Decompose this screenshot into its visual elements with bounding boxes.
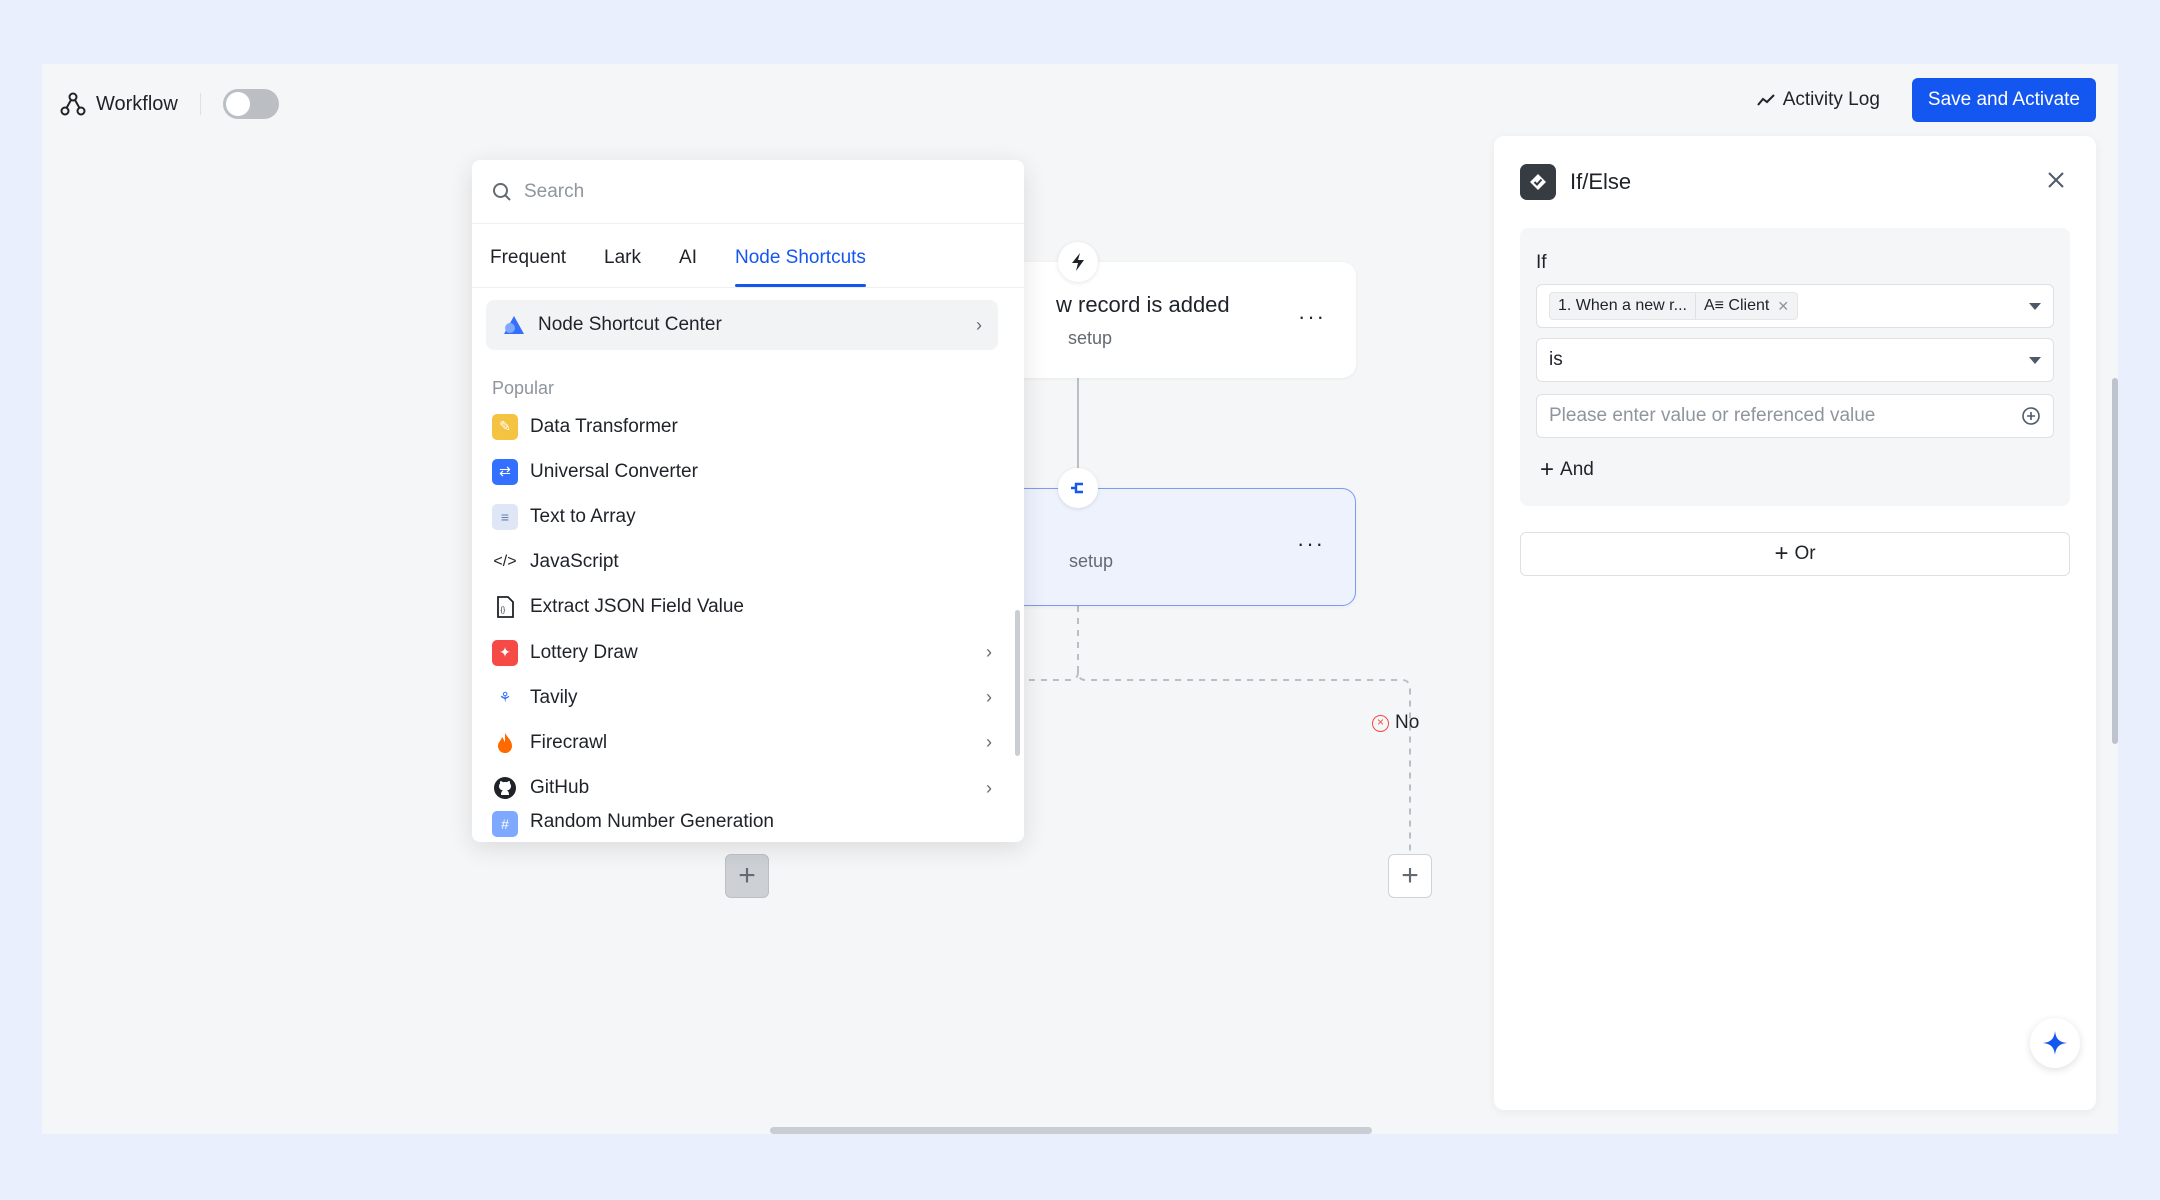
trigger-bolt-badge [1058,242,1098,282]
plus-icon: + [1540,456,1555,483]
universal-converter-icon: ⇄ [492,458,518,485]
no-branch-text: No [1395,712,1420,733]
tag-field-label: A≡ Client [1703,297,1770,314]
condition-group: If 1. When a new r... A≡ Client ✕ is Ple… [1520,228,2070,506]
list-item-label: Firecrawl [530,731,608,753]
tag-field: A≡ Client ✕ [1694,293,1797,319]
lottery-icon: ✦ [492,639,518,666]
random-number-icon: # [492,810,518,837]
tavily-icon: ⚘ [498,689,512,706]
ifelse-icon [1520,164,1556,200]
list-item-label: Text to Array [530,505,636,527]
plus-icon: + [1774,540,1789,567]
shortcut-center-icon [504,316,524,334]
trigger-node-subtitle: setup [1068,328,1113,348]
condition-field-select[interactable]: 1. When a new r... A≡ Client ✕ [1536,284,2054,328]
list-item-label: JavaScript [530,551,619,573]
list-item-data-transformer[interactable]: ✎ Data Transformer [472,404,1012,449]
list-item-label: GitHub [530,777,590,799]
list-item-label: Data Transformer [530,415,678,437]
list-item-javascript[interactable]: </> JavaScript [472,540,1012,585]
tag-source: 1. When a new r... [1558,297,1687,314]
picker-search-bar [472,160,1024,224]
error-circle-icon: × [1372,714,1389,732]
text-to-array-icon: ≡ [492,503,518,530]
data-transformer-icon: ✎ [492,413,518,440]
field-reference-tag: 1. When a new r... A≡ Client ✕ [1549,292,1799,320]
sparkle-icon [2043,1031,2067,1055]
chevron-down-icon [2029,356,2041,364]
chevron-right-icon: › [986,687,992,708]
list-item-tavily[interactable]: ⚘ Tavily › [472,675,1012,720]
search-icon [493,182,511,201]
no-branch-label: × No [1372,712,1419,734]
chevron-right-icon: › [986,732,992,753]
node-picker-dropdown: Frequent Lark AI Node Shortcuts Node Sho… [472,160,1024,842]
list-item-label: Lottery Draw [530,641,638,663]
svg-text:{}: {} [501,607,506,614]
panel-title: If/Else [1570,169,1632,194]
lightning-icon [1072,253,1084,271]
ifelse-branch-badge [1058,468,1098,508]
add-node-button-left[interactable]: + [725,854,769,898]
ai-assistant-button[interactable] [2030,1018,2080,1068]
list-item-universal-converter[interactable]: ⇄ Universal Converter [472,449,1012,494]
list-item-lottery-draw[interactable]: ✦ Lottery Draw › [472,630,1012,675]
list-item-label: Universal Converter [530,460,698,482]
picker-scrollbar[interactable] [1015,610,1020,756]
canvas-horizontal-scrollbar[interactable] [770,1127,1372,1134]
condition-value-field [1536,394,2054,438]
close-icon[interactable] [2046,170,2066,190]
add-and-condition-button[interactable]: + And [1540,458,1594,482]
ifelse-node-subtitle: setup [1069,551,1114,571]
operator-select[interactable]: is [1536,338,2054,382]
workflow-app: Workflow Activity Log Save and Activate … [42,64,2118,1134]
panel-header: If/Else [1520,164,1631,200]
tab-lark[interactable]: Lark [604,247,641,287]
shortcut-center-label: Node Shortcut Center [538,314,722,335]
ifelse-node[interactable]: setup ··· [982,488,1356,606]
list-item-text-to-array[interactable]: ≡ Text to Array [472,494,1012,539]
picker-tabs: Frequent Lark AI Node Shortcuts [472,224,1024,288]
add-or-condition-button[interactable]: + Or [1520,532,2070,576]
chevron-right-icon: › [986,777,992,798]
condition-value-input[interactable] [1549,405,2021,427]
list-item-firecrawl[interactable]: Firecrawl › [472,720,1012,765]
list-item-extract-json[interactable]: {} Extract JSON Field Value [472,585,1012,630]
popular-list: ✎ Data Transformer ⇄ Universal Converter… [472,404,1012,837]
operator-value: is [1549,349,1563,370]
list-item-label: Random Number Generation [530,810,774,832]
chevron-right-icon: › [986,642,992,663]
add-reference-icon[interactable] [2021,406,2041,426]
list-item-github[interactable]: GitHub › [472,766,1012,811]
ifelse-node-more-button[interactable]: ··· [1297,531,1325,557]
code-icon: </> [493,553,517,571]
branch-icon [1071,482,1083,494]
ifelse-config-panel: If/Else If 1. When a new r... A≡ Client … [1494,136,2096,1110]
chevron-right-icon: › [976,314,982,335]
list-item-label: Extract JSON Field Value [530,596,745,618]
tab-node-shortcuts[interactable]: Node Shortcuts [734,247,866,287]
popular-section-label: Popular [492,378,555,398]
picker-search-input[interactable] [524,180,944,203]
if-label: If [1536,252,1547,273]
list-item-label: Tavily [530,686,578,708]
fire-icon [492,730,518,756]
page-vertical-scrollbar[interactable] [2112,378,2118,744]
trigger-node-title: w record is added [1056,292,1230,317]
list-item-random-number[interactable]: # Random Number Generation [472,810,1012,837]
tab-ai[interactable]: AI [679,247,697,287]
tab-frequent[interactable]: Frequent [490,247,566,287]
json-file-icon: {} [492,594,518,620]
node-shortcut-center-item[interactable]: Node Shortcut Center › [486,300,998,350]
trigger-node[interactable]: w record is added setup ··· [982,262,1356,378]
or-label: Or [1794,543,1816,564]
add-node-button-no[interactable]: + [1388,854,1432,898]
and-label: And [1560,459,1594,480]
trigger-node-more-button[interactable]: ··· [1298,304,1326,330]
remove-tag-icon[interactable]: ✕ [1777,298,1789,315]
github-icon [492,775,518,801]
chevron-down-icon [2029,302,2041,310]
